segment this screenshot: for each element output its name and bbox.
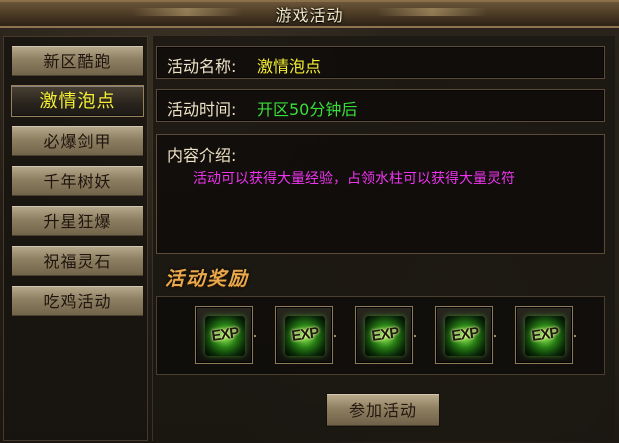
reward-slot-2[interactable]: EXP	[275, 306, 336, 364]
reward-title: 活动奖励	[165, 268, 250, 290]
activity-name-label: 活动名称:	[167, 57, 237, 76]
activity-content-label: 内容介绍:	[167, 146, 237, 165]
join-activity-button[interactable]: 参加活动	[326, 393, 440, 427]
activity-time-field: 活动时间: 开区50分钟后	[156, 89, 605, 122]
activity-name-field: 活动名称: 激情泡点	[156, 46, 605, 79]
exp-icon: EXP	[365, 316, 405, 356]
reward-slot-4[interactable]: EXP	[435, 306, 496, 364]
activity-time-value: 开区50分钟后	[257, 100, 358, 119]
reward-slot-5[interactable]: EXP	[515, 306, 576, 364]
menu-item-new-server-run[interactable]: 新区酷跑	[11, 45, 144, 77]
activity-menu-panel: 新区酷跑 激情泡点 必爆剑甲 千年树妖 升星狂爆 祝福灵石 吃鸡活动	[3, 36, 148, 441]
activity-time-label: 活动时间:	[167, 100, 237, 119]
exp-icon: EXP	[285, 316, 325, 356]
menu-item-passion-afk[interactable]: 激情泡点	[11, 85, 144, 117]
activity-content-box: 内容介绍: 活动可以获得大量经验，占领水柱可以获得大量灵符	[156, 134, 605, 254]
reward-text-4: EXP	[450, 324, 480, 345]
reward-text-1: EXP	[210, 324, 240, 345]
reward-slot-3[interactable]: EXP	[355, 306, 416, 364]
menu-item-star-upgrade-crazy-drop[interactable]: 升星狂爆	[11, 205, 144, 237]
reward-text-5: EXP	[530, 324, 560, 345]
menu-item-chicken-activity[interactable]: 吃鸡活动	[11, 285, 144, 317]
menu-item-thousand-year-tree-demon[interactable]: 千年树妖	[11, 165, 144, 197]
activity-content-text: 活动可以获得大量经验，占领水柱可以获得大量灵符	[193, 171, 515, 187]
menu-item-blessing-spirit-stone[interactable]: 祝福灵石	[11, 245, 144, 277]
title-bar: 游戏活动	[0, 0, 619, 28]
exp-icon: EXP	[445, 316, 485, 356]
menu-item-guaranteed-sword-armor[interactable]: 必爆剑甲	[11, 125, 144, 157]
reward-dot-2	[334, 335, 336, 337]
reward-dot-4	[494, 335, 496, 337]
exp-icon: EXP	[525, 316, 565, 356]
reward-text-2: EXP	[290, 324, 320, 345]
reward-text-3: EXP	[370, 324, 400, 345]
exp-icon: EXP	[205, 316, 245, 356]
activity-detail-panel: 活动名称: 激情泡点 活动时间: 开区50分钟后 内容介绍: 活动可以获得大量经…	[152, 36, 615, 441]
title-ornament-right	[377, 8, 487, 16]
activity-name-value: 激情泡点	[257, 57, 322, 76]
window-title: 游戏活动	[275, 6, 344, 25]
reward-dot-3	[414, 335, 416, 337]
reward-box: EXP EXP EXP EXP EXP	[156, 296, 605, 375]
reward-slot-1[interactable]: EXP	[195, 306, 256, 364]
reward-dot-5	[574, 335, 576, 337]
reward-dot-1	[254, 335, 256, 337]
